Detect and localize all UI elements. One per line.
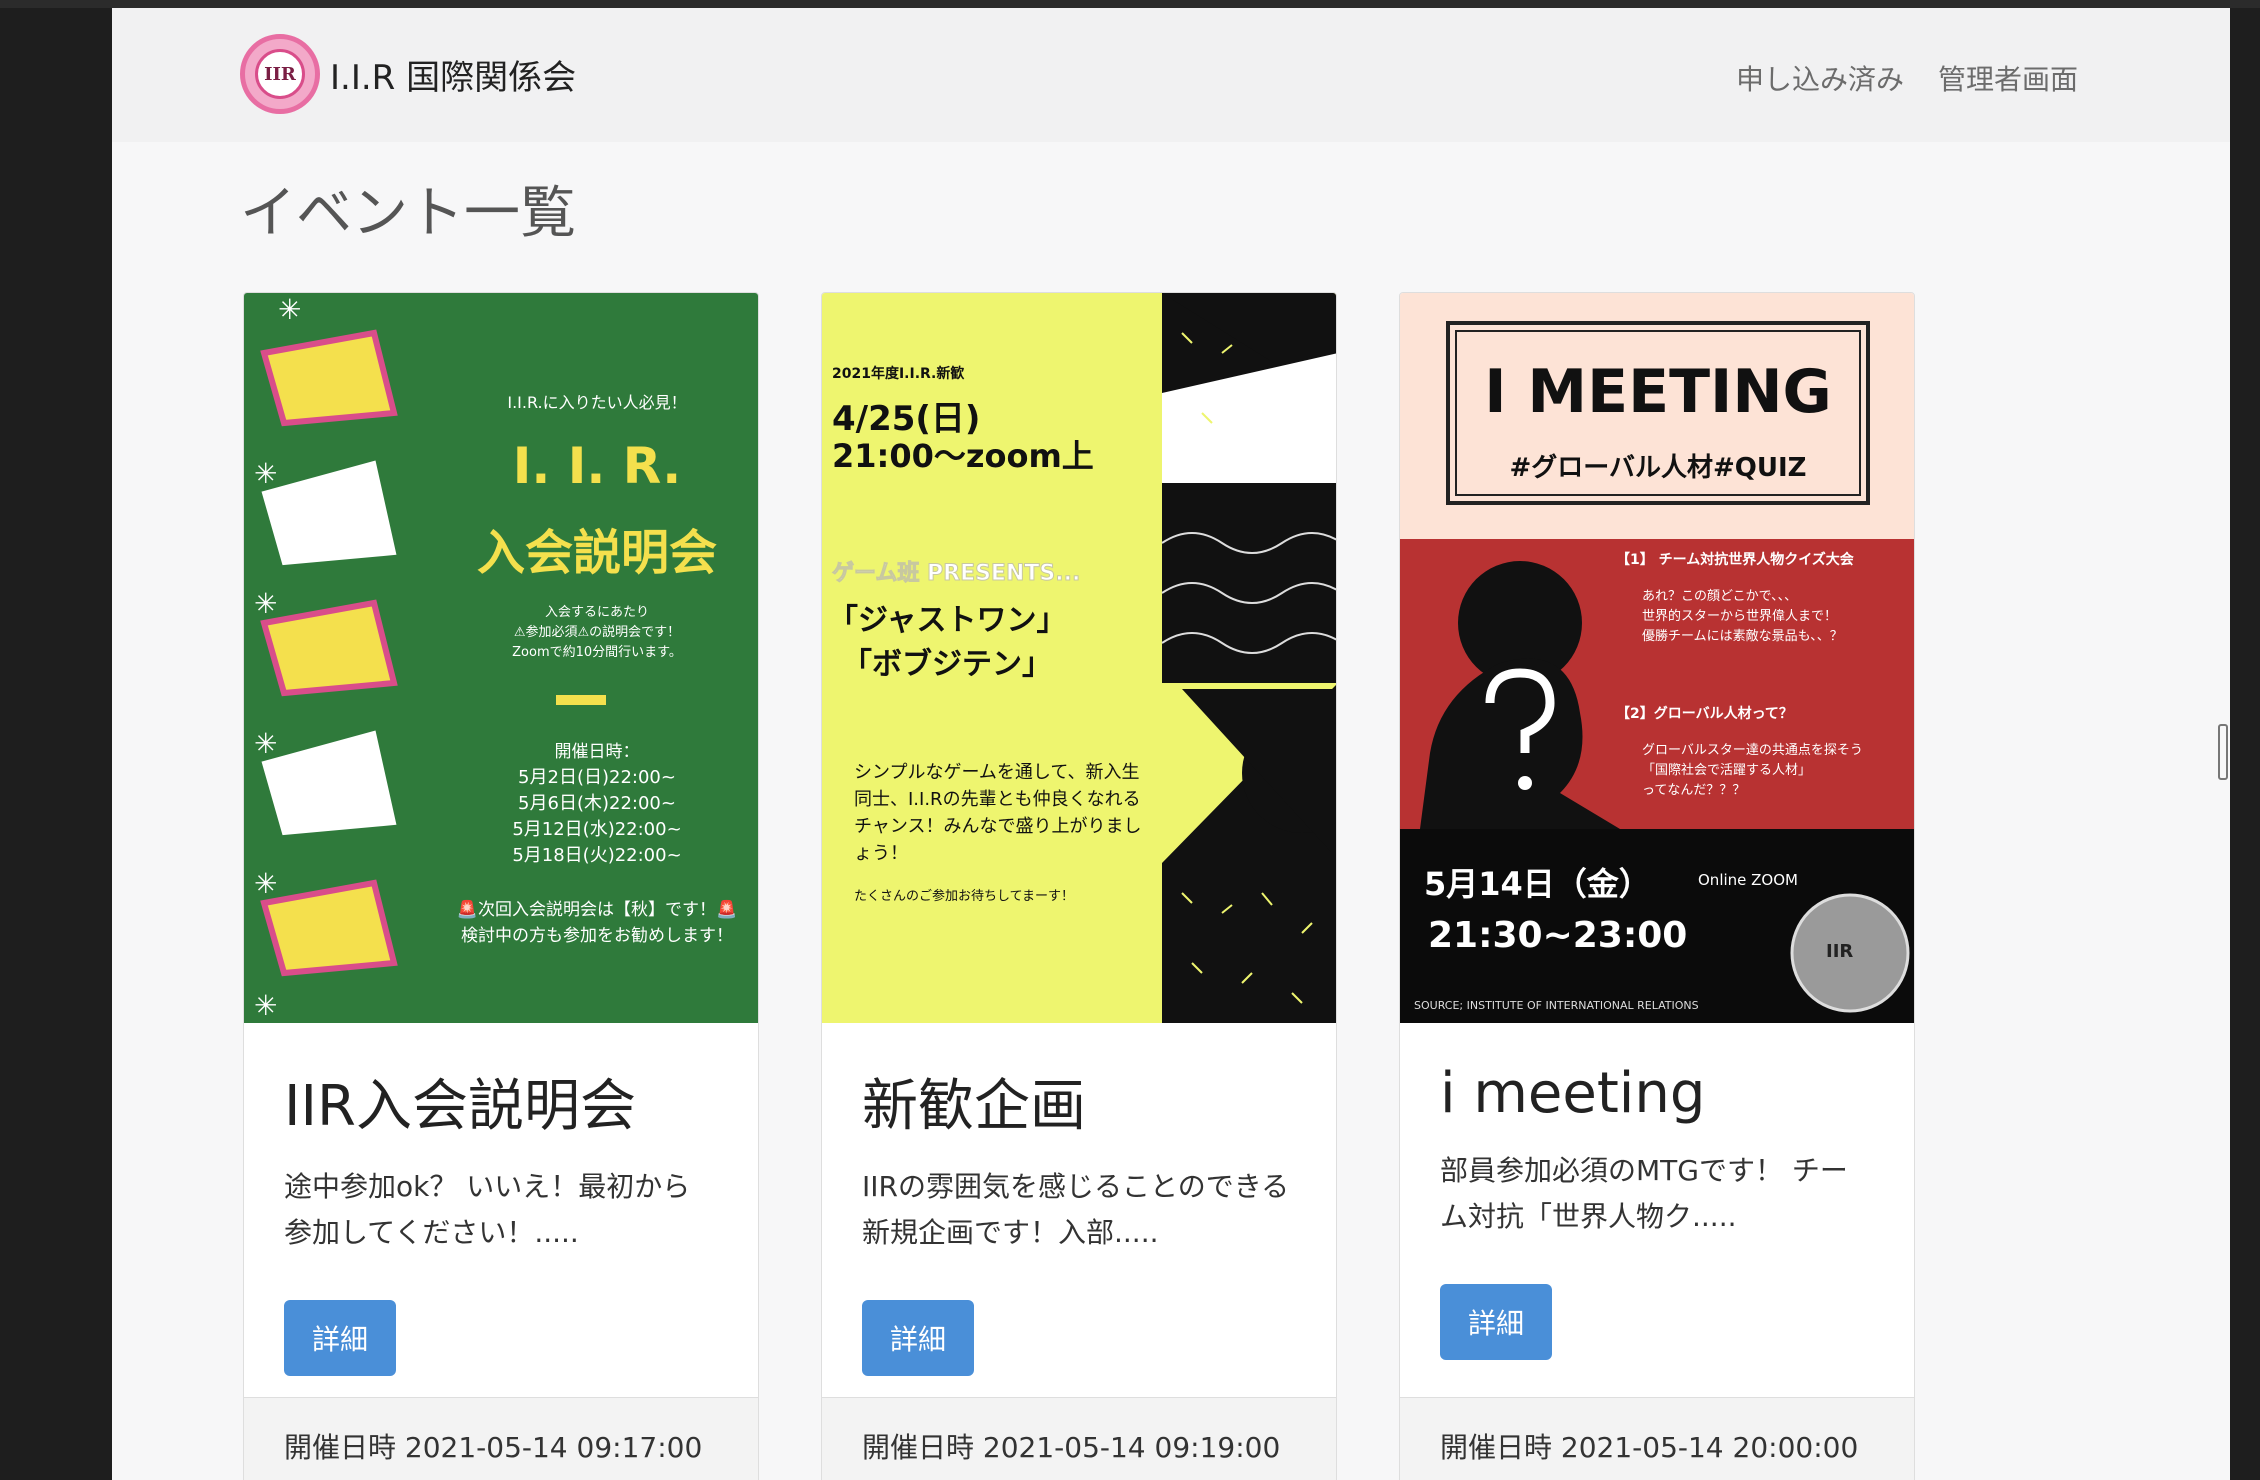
poster-section-title: 【2】グローバル人材って？ <box>1616 706 1793 722</box>
poster-seal-text: IIR <box>1826 941 1854 962</box>
poster-source: SOURCE; INSTITUTE OF INTERNATIONAL RELAT… <box>1414 999 1699 1012</box>
poster-game: 「ジャストワン」 <box>828 603 1067 638</box>
event-card: ✳ ✳ ✳ ✳ ✳ ✳ I.I.R.に入りたい人必見！ I. I. R. 入会説明会 入… <box>243 292 759 1480</box>
poster-date: 5月14日（金） <box>1424 865 1651 903</box>
poster-presents: ゲーム班 PRESENTS... <box>831 561 1081 587</box>
page-title: イベント一覧 <box>240 181 576 246</box>
event-card: I MEETING #グローバル人材#QUIZ 【1】 チーム対抗世界人物クイズ… <box>1399 292 1915 1480</box>
scrollbar-handle[interactable] <box>2218 724 2228 780</box>
card-title: IIR入会説明会 <box>284 1074 636 1139</box>
card-footer-date: 開催日時 2021-05-14 09:17:00 <box>244 1397 758 1480</box>
poster-tag: 2021年度I.I.R.新歓 <box>832 366 965 382</box>
card-title: i meeting <box>1440 1061 1706 1126</box>
poster-date: 5月2日(日)22:00~ <box>518 767 676 788</box>
poster-line: あれ？この顔どこかで、、、 <box>1642 589 1798 604</box>
poster-headline: I. I. R. <box>512 437 682 495</box>
svg-text:✳: ✳ <box>254 727 277 760</box>
poster-line: 優勝チームには素敵な景品も、、？ <box>1642 629 1843 644</box>
poster-text: あれ？この顔どこかで、、、 世界的スターから世界偉人まで！ 優勝チームには素敵な… <box>1642 587 1843 647</box>
poster-date: 5月12日(水)22:00~ <box>512 819 682 840</box>
poster-date: 5月6日(木)22:00~ <box>518 793 676 814</box>
browser-top-strip <box>0 0 2260 8</box>
poster-body: シンプルなゲームを通して、新入生同士、I.I.Rの先輩とも仲良くなれるチャンス！… <box>854 762 1142 864</box>
logo-icon: IIR <box>240 34 320 114</box>
card-body: i meeting 部員参加必須のMTGです！ チーム対抗「世界人物ク.....… <box>1400 1023 1914 1360</box>
navbar: IIR I.I.R 国際関係会 申し込み済み 管理者画面 <box>112 8 2230 142</box>
poster-line: 世界的スターから世界偉人まで！ <box>1642 609 1838 624</box>
detail-button[interactable]: 詳細 <box>1440 1284 1553 1360</box>
poster-game: 「ボブジテン」 <box>842 647 1052 682</box>
card-footer-date: 開催日時 2021-05-14 09:19:00 <box>822 1397 1336 1480</box>
svg-text:✳: ✳ <box>254 989 277 1022</box>
svg-text:✳: ✳ <box>254 457 277 490</box>
poster-tag: I.I.R.に入りたい人必見！ <box>507 393 687 412</box>
svg-text:✳: ✳ <box>254 587 277 620</box>
poster-line: グローバルスター達の共通点を探そう <box>1642 743 1863 758</box>
nav-applied-link[interactable]: 申し込み済み <box>1736 58 1904 98</box>
poster-line: ってなんだ？？？ <box>1642 783 1746 798</box>
detail-button[interactable]: 詳細 <box>862 1300 975 1376</box>
card-body: IIR入会説明会 途中参加ok？ いいえ！最初から参加してください！..... … <box>244 1023 758 1376</box>
card-title: 新歓企画 <box>862 1074 1086 1139</box>
poster-online: Online ZOOM <box>1698 871 1798 889</box>
card-footer-date: 開催日時 2021-05-14 20:00:00 <box>1400 1397 1914 1480</box>
browser-window: IIR I.I.R 国際関係会 申し込み済み 管理者画面 イベント一覧 ✳ ✳ … <box>112 8 2230 1480</box>
event-card-list: ✳ ✳ ✳ ✳ ✳ ✳ I.I.R.に入りたい人必見！ I. I. R. 入会説明会 入… <box>243 292 1915 1480</box>
poster-time: 21:00〜zoom上 <box>832 437 1094 475</box>
poster-headline: I MEETING <box>1484 357 1832 427</box>
svg-text:✳: ✳ <box>254 867 277 900</box>
brand-name: I.I.R 国際関係会 <box>330 57 577 98</box>
poster-date: 5月18日(火)22:00~ <box>512 845 682 866</box>
event-poster-image[interactable]: 2021年度I.I.R.新歓 4/25(日) 21:00〜zoom上 ゲーム班 … <box>822 293 1336 1023</box>
poster-dates-title: 開催日時： <box>554 742 640 762</box>
poster-line: 「国際社会で活躍する人材」 <box>1642 763 1812 778</box>
card-body: 新歓企画 IIRの雰囲気を感じることのできる新規企画です！入部..... 詳細 <box>822 1023 1336 1376</box>
event-card: 2021年度I.I.R.新歓 4/25(日) 21:00〜zoom上 ゲーム班 … <box>821 292 1337 1480</box>
poster-section-title: 【1】 チーム対抗世界人物クイズ大会 <box>1616 552 1854 568</box>
poster-text: ⚠参加必須⚠の説明会です！ <box>513 625 681 640</box>
poster-note: 🚨次回入会説明会は【秋】です！🚨 <box>456 900 738 920</box>
poster-footer: たくさんのご参加お待ちしてまーす！ <box>854 889 1074 904</box>
poster-time: 21:30~23:00 <box>1428 915 1688 956</box>
event-poster-image[interactable]: ✳ ✳ ✳ ✳ ✳ ✳ I.I.R.に入りたい人必見！ I. I. R. 入会説明会 入… <box>244 293 758 1023</box>
event-poster-image[interactable]: I MEETING #グローバル人材#QUIZ 【1】 チーム対抗世界人物クイズ… <box>1400 293 1914 1023</box>
nav-admin-link[interactable]: 管理者画面 <box>1938 58 2078 98</box>
brand-link[interactable]: IIR I.I.R 国際関係会 <box>240 34 576 114</box>
card-text: IIRの雰囲気を感じることのできる新規企画です！入部..... <box>862 1170 1290 1249</box>
card-text: 途中参加ok？ いいえ！最初から参加してください！..... <box>284 1170 691 1249</box>
poster-tags: #グローバル人材#QUIZ <box>1509 453 1807 483</box>
poster-note: 検討中の方も参加をお勧めします！ <box>461 926 733 946</box>
svg-text:✳: ✳ <box>278 293 301 326</box>
detail-button[interactable]: 詳細 <box>284 1300 397 1376</box>
poster-text: グローバルスター達の共通点を探そう 「国際社会で活躍する人材」 ってなんだ？？？ <box>1642 741 1863 801</box>
logo-text: IIR <box>255 49 305 99</box>
nav-links: 申し込み済み 管理者画面 <box>1736 58 2078 98</box>
card-text: 部員参加必須のMTGです！ チーム対抗「世界人物ク..... <box>1440 1154 1848 1233</box>
poster-text: 入会するにあたり <box>544 605 649 620</box>
poster-text: Zoomで約10分間行います。 <box>512 645 682 660</box>
poster-headline: 入会説明会 <box>476 525 717 581</box>
